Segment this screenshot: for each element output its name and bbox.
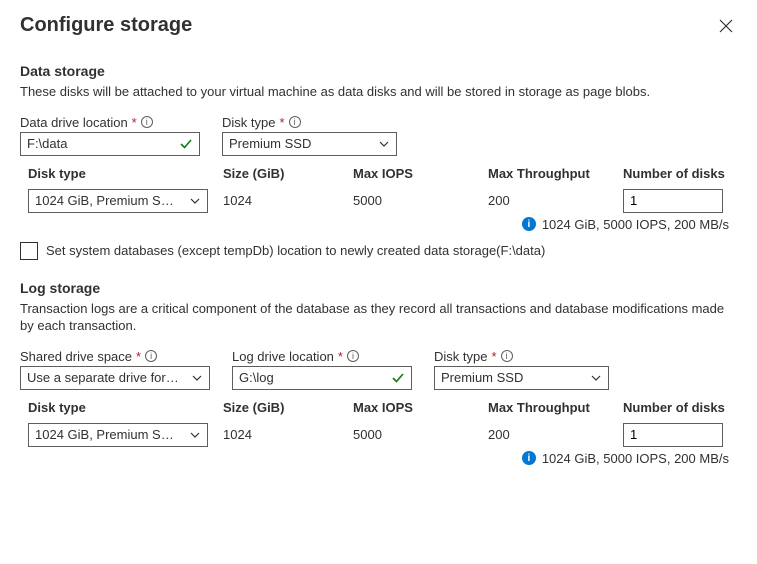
table-row: 1024 GiB, Premium SSD... 1024 5000 200	[28, 423, 737, 447]
shared-drive-space-select[interactable]: Use a separate drive for lo...	[20, 366, 210, 390]
chevron-down-icon	[378, 138, 390, 150]
chevron-down-icon	[590, 372, 602, 384]
chevron-down-icon	[189, 195, 201, 207]
info-icon[interactable]: i	[145, 350, 157, 362]
required-asterisk: *	[491, 349, 496, 364]
log-row-size: 1024	[223, 427, 353, 442]
col-iops: Max IOPS	[353, 166, 488, 181]
log-drive-location-label: Log drive location* i	[232, 349, 412, 364]
system-db-location-checkbox[interactable]	[20, 242, 38, 260]
chevron-down-icon	[189, 429, 201, 441]
required-asterisk: *	[136, 349, 141, 364]
data-disk-type-label: Disk type* i	[222, 115, 397, 130]
log-storage-desc: Transaction logs are a critical componen…	[20, 300, 737, 335]
data-row-disk-type-select[interactable]: 1024 GiB, Premium SSD...	[28, 189, 208, 213]
data-storage-heading: Data storage	[20, 63, 737, 79]
required-asterisk: *	[279, 115, 284, 130]
col-disk-type: Disk type	[28, 166, 223, 181]
log-disk-type-value: Premium SSD	[441, 370, 523, 385]
data-storage-desc: These disks will be attached to your vir…	[20, 83, 737, 101]
info-badge-icon: i	[522, 217, 536, 231]
log-disk-table: Disk type Size (GiB) Max IOPS Max Throug…	[28, 400, 737, 447]
info-icon[interactable]: i	[347, 350, 359, 362]
data-drive-location-value: F:\data	[27, 136, 67, 151]
data-num-disks-input[interactable]	[623, 189, 723, 213]
shared-drive-space-value: Use a separate drive for lo...	[27, 370, 182, 385]
col-num-disks: Number of disks	[623, 400, 733, 415]
col-throughput: Max Throughput	[488, 166, 623, 181]
info-icon[interactable]: i	[501, 350, 513, 362]
check-icon	[391, 371, 405, 385]
required-asterisk: *	[132, 115, 137, 130]
close-button[interactable]	[715, 15, 737, 37]
page-title: Configure storage	[20, 14, 192, 37]
data-row-disk-type-value: 1024 GiB, Premium SSD...	[35, 193, 175, 208]
log-row-disk-type-value: 1024 GiB, Premium SSD...	[35, 427, 175, 442]
col-iops: Max IOPS	[353, 400, 488, 415]
log-row-disk-type-select[interactable]: 1024 GiB, Premium SSD...	[28, 423, 208, 447]
close-icon	[719, 19, 733, 33]
data-row-throughput: 200	[488, 193, 623, 208]
log-storage-heading: Log storage	[20, 280, 737, 296]
info-icon[interactable]: i	[141, 116, 153, 128]
required-asterisk: *	[338, 349, 343, 364]
log-drive-location-input[interactable]: G:\log	[232, 366, 412, 390]
data-disk-type-select[interactable]: Premium SSD	[222, 132, 397, 156]
col-throughput: Max Throughput	[488, 400, 623, 415]
data-storage-summary: 1024 GiB, 5000 IOPS, 200 MB/s	[542, 217, 729, 232]
info-icon[interactable]: i	[289, 116, 301, 128]
info-badge-icon: i	[522, 451, 536, 465]
col-size: Size (GiB)	[223, 166, 353, 181]
system-db-location-label: Set system databases (except tempDb) loc…	[46, 243, 545, 258]
log-disk-type-select[interactable]: Premium SSD	[434, 366, 609, 390]
data-row-size: 1024	[223, 193, 353, 208]
data-disk-table: Disk type Size (GiB) Max IOPS Max Throug…	[28, 166, 737, 213]
log-disk-type-label: Disk type* i	[434, 349, 609, 364]
data-row-iops: 5000	[353, 193, 488, 208]
check-icon	[179, 137, 193, 151]
data-drive-location-label: Data drive location* i	[20, 115, 200, 130]
log-row-iops: 5000	[353, 427, 488, 442]
log-drive-location-value: G:\log	[239, 370, 274, 385]
log-storage-summary: 1024 GiB, 5000 IOPS, 200 MB/s	[542, 451, 729, 466]
col-size: Size (GiB)	[223, 400, 353, 415]
log-num-disks-input[interactable]	[623, 423, 723, 447]
table-row: 1024 GiB, Premium SSD... 1024 5000 200	[28, 189, 737, 213]
shared-drive-space-label: Shared drive space* i	[20, 349, 210, 364]
col-disk-type: Disk type	[28, 400, 223, 415]
data-disk-type-value: Premium SSD	[229, 136, 311, 151]
data-drive-location-input[interactable]: F:\data	[20, 132, 200, 156]
col-num-disks: Number of disks	[623, 166, 733, 181]
log-row-throughput: 200	[488, 427, 623, 442]
chevron-down-icon	[191, 372, 203, 384]
